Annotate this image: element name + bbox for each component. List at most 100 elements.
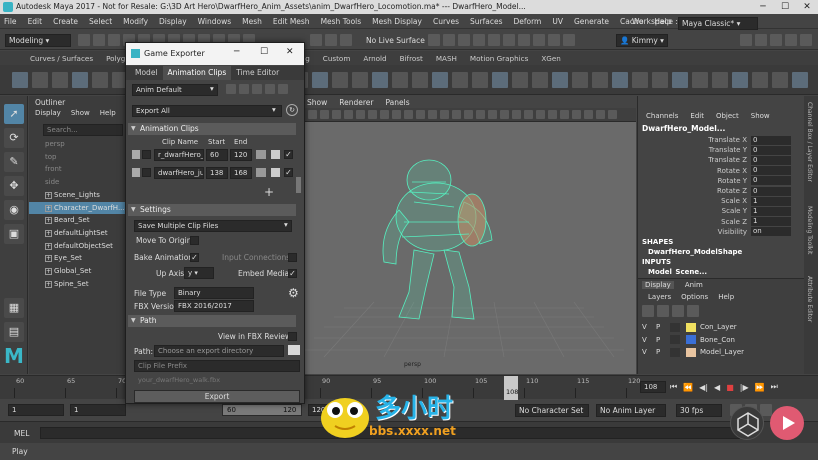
minimize-icon[interactable]: ─ — [752, 0, 774, 14]
maximize-icon[interactable]: ☐ — [774, 0, 796, 14]
clip-time-slider-icon[interactable] — [256, 150, 266, 159]
shelf-tool-icon[interactable] — [632, 71, 648, 88]
shelf-tool-icon[interactable] — [732, 71, 748, 88]
game-exporter-tab[interactable]: Time Editor — [231, 66, 284, 80]
fbx-settings-gear-icon[interactable]: ⚙ — [288, 286, 299, 300]
attribute-value[interactable]: 1 — [751, 196, 791, 206]
layer-row[interactable]: V P Bone_Con — [642, 334, 798, 347]
construction-history-icon[interactable] — [340, 34, 352, 46]
attribute-row[interactable]: Scale Z 1 — [638, 217, 804, 227]
attribute-value[interactable]: 0 — [751, 166, 791, 176]
prev-key-icon[interactable]: ◀| — [699, 383, 708, 392]
shelf-tab[interactable]: Bifrost — [400, 54, 423, 63]
expand-icon[interactable]: + — [45, 255, 52, 263]
shelf-tool-icon[interactable] — [72, 71, 88, 88]
character-set-dropdown[interactable]: No Character Set — [515, 404, 589, 417]
viewport-tool-icon[interactable] — [476, 110, 485, 119]
layer-visibility-toggle[interactable]: V — [642, 348, 656, 356]
attribute-row[interactable]: Rotate X 0 — [638, 166, 804, 176]
viewport-tool-icon[interactable] — [572, 110, 581, 119]
input-name[interactable]: Model_Scene... — [648, 268, 707, 274]
attribute-row[interactable]: Scale Y 1 — [638, 206, 804, 216]
viewport-tool-icon[interactable] — [428, 110, 437, 119]
outliner-item[interactable]: front — [29, 163, 127, 175]
layer-up-icon[interactable] — [642, 305, 654, 317]
menu-item[interactable]: UV — [552, 17, 563, 26]
shelf-tool-icon[interactable] — [552, 71, 568, 88]
path-input[interactable]: Choose an export directory — [154, 345, 284, 357]
viewport-tool-icon[interactable] — [404, 110, 413, 119]
shelf-tool-icon[interactable] — [432, 71, 448, 88]
menu-item[interactable]: Edit Mesh — [273, 17, 310, 26]
workspace-dropdown[interactable]: Maya Classic* ▾ — [678, 17, 758, 30]
shelf-tool-icon[interactable] — [532, 71, 548, 88]
outliner-item[interactable]: + Character_DwarfH... — [29, 201, 127, 214]
shelf-tab[interactable]: Curves / Surfaces — [30, 54, 93, 63]
game-exporter-tab[interactable]: Animation Clips — [162, 66, 232, 80]
menu-item[interactable]: Create — [53, 17, 78, 26]
layer-type-toggle[interactable] — [670, 335, 680, 345]
shape-name[interactable]: DwarfHero_ModelShape — [648, 248, 742, 256]
outliner-item[interactable]: + Spine_Set — [29, 278, 127, 290]
command-language[interactable]: MEL — [14, 429, 29, 438]
preset-dropdown[interactable]: Anim Default — [132, 84, 218, 96]
paint-select-icon[interactable]: ✎ — [4, 152, 24, 172]
shelf-tool-icon[interactable] — [712, 71, 728, 88]
menu-item[interactable]: Mesh Tools — [321, 17, 362, 26]
clip-end-field[interactable]: 120 — [230, 149, 252, 161]
clip-prefix-input[interactable]: Clip File Prefix — [134, 360, 300, 372]
shelf-tool-icon[interactable] — [92, 71, 108, 88]
viewport-tool-icon[interactable] — [500, 110, 509, 119]
shelf-tool-icon[interactable] — [572, 71, 588, 88]
live-surface-label[interactable]: No Live Surface — [366, 36, 425, 45]
clip-export-checkbox[interactable] — [142, 168, 151, 177]
menu-item[interactable]: Generate — [574, 17, 609, 26]
shelf-tool-icon[interactable] — [32, 71, 48, 88]
shelf-tool-icon[interactable] — [392, 71, 408, 88]
shelf-tool-icon[interactable] — [752, 71, 768, 88]
range-bar[interactable]: 60 120 — [222, 404, 302, 416]
menu-item[interactable]: Deform — [513, 17, 541, 26]
layer-color-swatch[interactable] — [686, 347, 696, 357]
viewport-panel[interactable]: Show Renderer Panels persp — [304, 96, 636, 374]
symmetry-icon[interactable] — [428, 34, 440, 46]
outliner-menu-item[interactable]: Display — [35, 109, 61, 117]
folder-icon[interactable] — [78, 34, 90, 46]
layer-color-swatch[interactable] — [686, 335, 696, 345]
dwarf-hero-model[interactable] — [382, 159, 493, 320]
layer-playback-toggle[interactable]: P — [656, 336, 670, 344]
outliner-item[interactable]: + defaultLightSet — [29, 227, 127, 239]
viewport-tool-icon[interactable] — [416, 110, 425, 119]
viewport-tool-icon[interactable] — [464, 110, 473, 119]
shelf-tool-icon[interactable] — [592, 71, 608, 88]
expand-icon[interactable]: + — [45, 191, 52, 199]
attribute-value[interactable]: 0 — [751, 135, 791, 145]
move-tool-icon[interactable]: ✥ — [4, 176, 24, 196]
preset-save-icon[interactable] — [239, 84, 249, 94]
viewport-tool-icon[interactable] — [608, 110, 617, 119]
outliner-item[interactable]: + Scene_Lights — [29, 189, 127, 201]
input-connections-checkbox[interactable] — [288, 253, 297, 262]
channel-box-menu-item[interactable]: Channels — [646, 112, 678, 120]
viewport-tool-icon[interactable] — [380, 110, 389, 119]
clip-enabled-checkbox[interactable]: ✓ — [284, 168, 293, 177]
attribute-row[interactable]: Visibility on — [638, 227, 804, 237]
menu-item[interactable]: Windows — [198, 17, 231, 26]
embed-media-checkbox[interactable]: ✓ — [288, 269, 297, 278]
refresh-icon[interactable]: ↻ — [286, 104, 298, 116]
viewport-tool-icon[interactable] — [452, 110, 461, 119]
viewport-tool-icon[interactable] — [392, 110, 401, 119]
shelf-tab[interactable]: MASH — [436, 54, 457, 63]
preset-delete-icon[interactable] — [278, 84, 288, 94]
game-exporter-tab[interactable]: Model — [130, 66, 163, 80]
attribute-value[interactable]: on — [751, 227, 791, 237]
viewport-tool-icon[interactable] — [548, 110, 557, 119]
attribute-value[interactable]: 1 — [751, 217, 791, 227]
step-back-icon[interactable]: ⏪ — [683, 383, 693, 392]
preset-arrow-icon[interactable]: ▾ — [210, 84, 214, 93]
layout-four-icon[interactable]: ▤ — [4, 322, 24, 342]
layer-playback-toggle[interactable]: P — [656, 323, 670, 331]
settings-mode-dropdown[interactable]: Save Multiple Clip Files — [134, 220, 292, 232]
save-icon[interactable] — [93, 34, 105, 46]
clip-name-field[interactable]: r_dwarfHero_idle — [154, 149, 204, 161]
